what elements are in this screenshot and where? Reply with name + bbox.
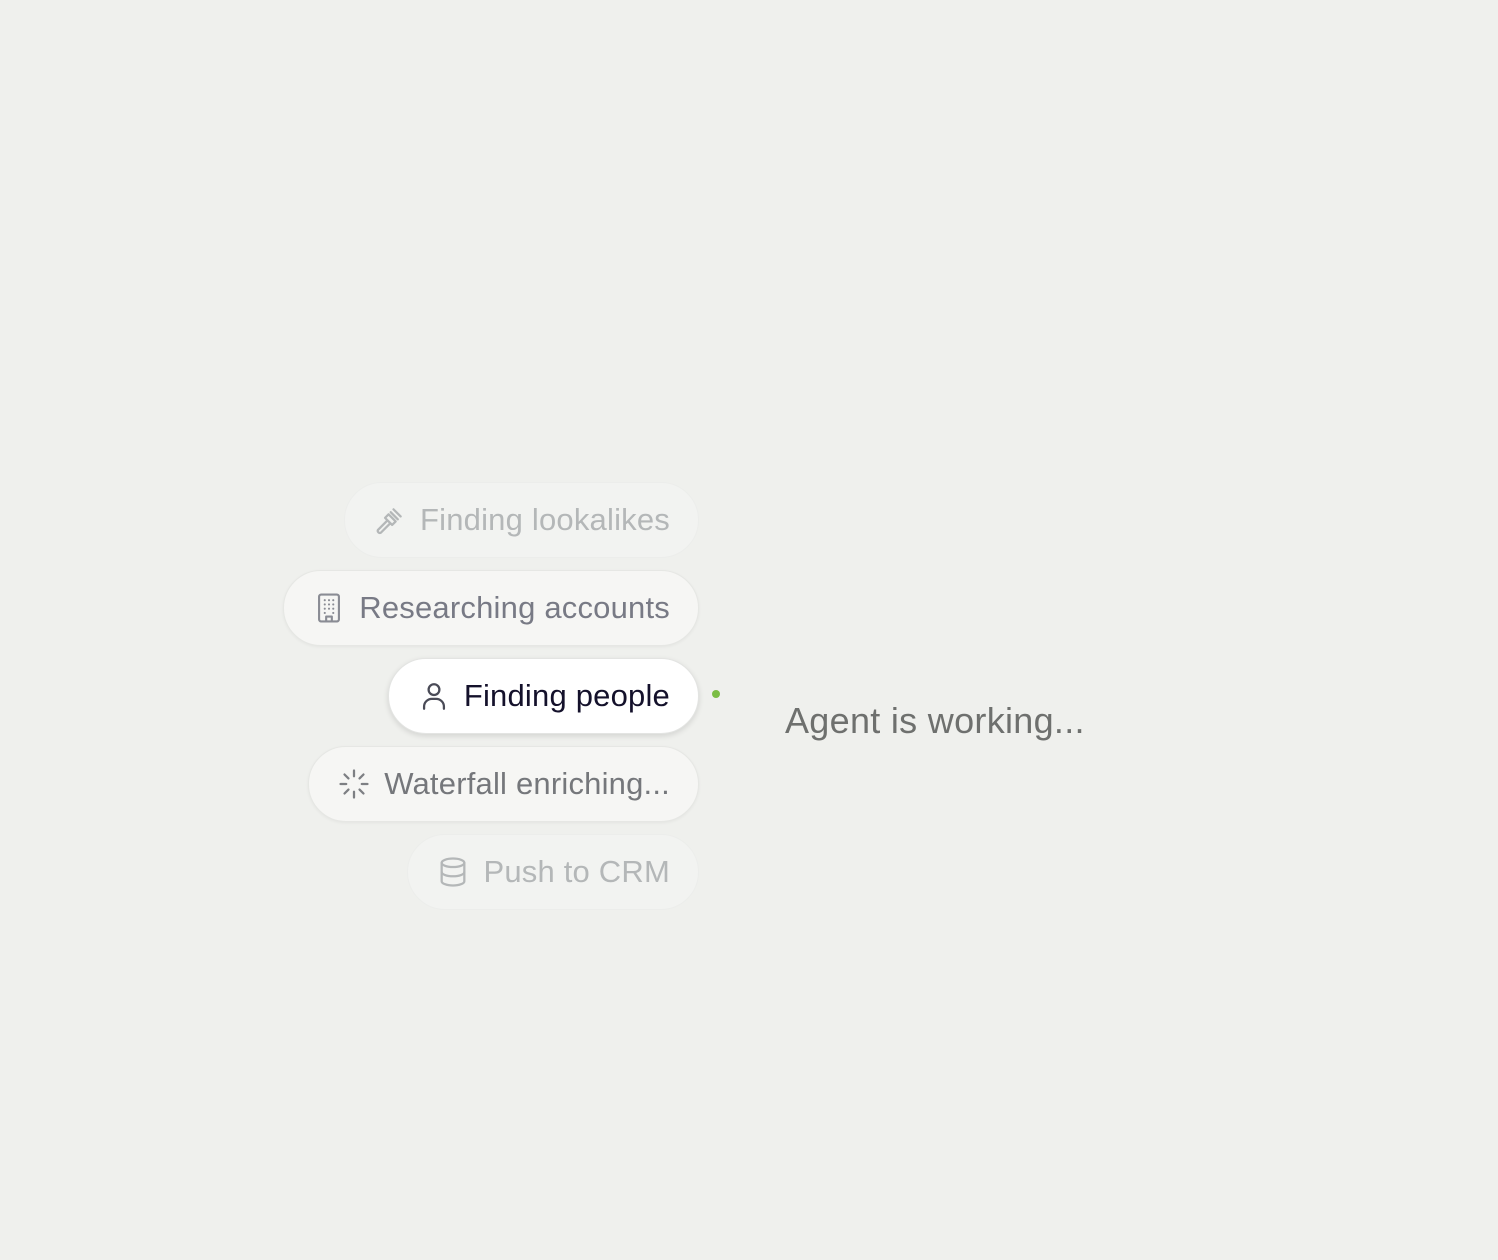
step-finding-lookalikes[interactable]: Finding lookalikes [343, 482, 699, 558]
step-finding-people[interactable]: Finding people [387, 658, 699, 734]
step-label: Researching accounts [359, 590, 670, 625]
user-icon [417, 679, 451, 713]
step-label: Finding lookalikes [419, 502, 670, 537]
step-push-to-crm[interactable]: Push to CRM [407, 834, 699, 910]
step-waterfall-enriching[interactable]: Waterfall enriching... [308, 746, 699, 822]
step-label: Waterfall enriching... [384, 766, 670, 801]
step-label: Finding people [463, 678, 670, 713]
status-indicator-dot [712, 690, 720, 698]
database-icon [436, 855, 470, 889]
gavel-icon [373, 503, 407, 537]
step-label: Push to CRM [483, 854, 670, 889]
agent-status-text: Agent is working... [785, 700, 1085, 741]
step-researching-accounts[interactable]: Researching accounts [283, 570, 699, 646]
loader-icon [337, 767, 371, 801]
building-icon [312, 591, 346, 625]
